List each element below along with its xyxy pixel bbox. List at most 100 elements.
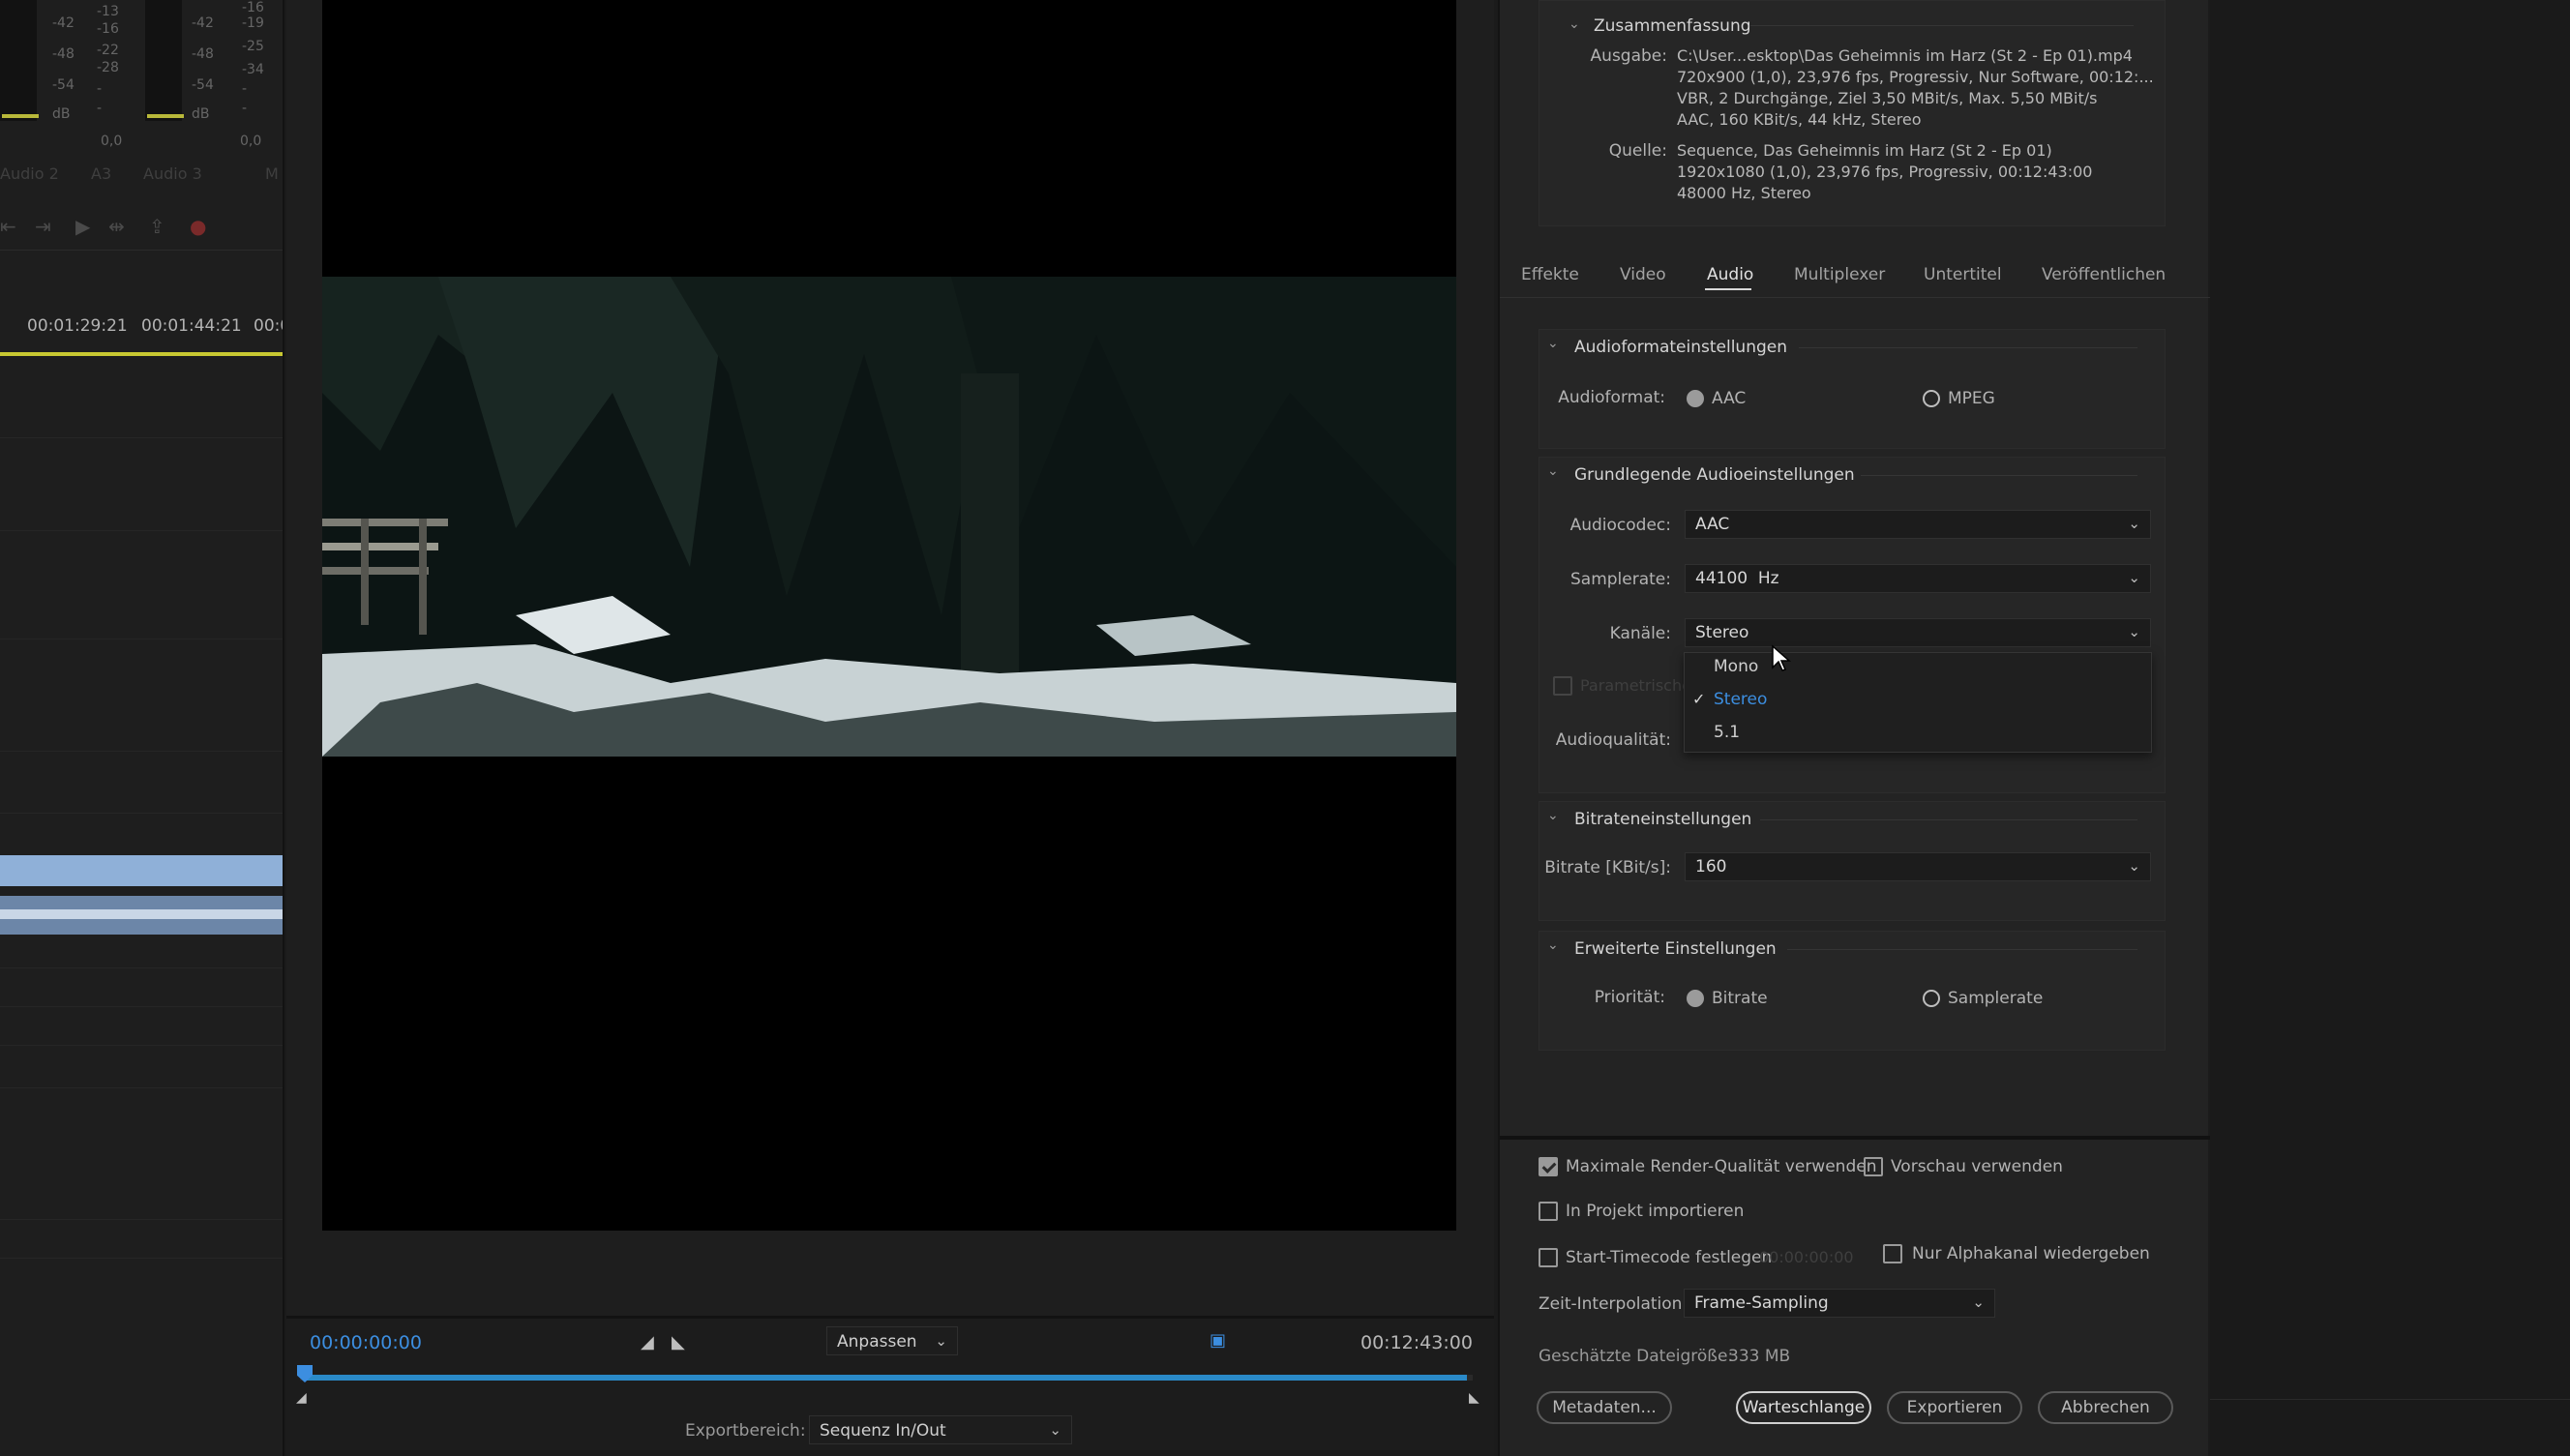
audio-clip[interactable] — [0, 855, 283, 886]
source-line: Sequence, Das Geheimnis im Harz (St 2 - … — [1677, 141, 2052, 160]
meter-tick: - — [242, 101, 248, 116]
section-title[interactable]: Bitrateneinstellungen — [1574, 810, 1751, 829]
meter-tick: -42 — [192, 15, 214, 31]
radio-samplerate-label[interactable]: Samplerate — [1948, 989, 2043, 1008]
radio-mpeg-label[interactable]: MPEG — [1948, 389, 1995, 408]
tab-multiplexer[interactable]: Multiplexer — [1794, 265, 1885, 284]
menu-item-stereo[interactable]: Stereo — [1714, 690, 1767, 709]
current-timecode[interactable]: 00:00:00:00 — [310, 1332, 422, 1353]
import-into-project-checkbox[interactable] — [1539, 1202, 1558, 1221]
radio-bitrate-label[interactable]: Bitrate — [1712, 989, 1768, 1008]
source-line: 1920x1080 (1,0), 23,976 fps, Progressiv,… — [1677, 163, 2093, 181]
export-range-dropdown[interactable]: Sequenz In/Out ⌄ — [809, 1415, 1072, 1444]
out-point-handle[interactable]: ◣ — [1469, 1390, 1479, 1406]
fit-dropdown-value: Anpassen — [837, 1332, 917, 1352]
meter-tick: -54 — [52, 77, 75, 93]
chevron-down-icon[interactable]: ⌄ — [1547, 808, 1559, 823]
export-range-bar[interactable] — [306, 1375, 1467, 1381]
track-label[interactable]: Audio 2 — [0, 164, 59, 183]
chevron-down-icon: ⌄ — [1049, 1421, 1061, 1439]
priority-label: Priorität: — [1594, 988, 1665, 1007]
menu-item-5-1[interactable]: 5.1 — [1714, 723, 1740, 742]
filesize-label: Geschätzte Dateigröße: — [1539, 1347, 1734, 1366]
channels-select[interactable]: Stereo ⌄ — [1685, 618, 2151, 647]
section-title[interactable]: Zusammenfassung — [1594, 16, 1751, 36]
channels-dropdown-menu: Mono ✓ Stereo 5.1 — [1684, 652, 2152, 753]
radio-aac-label[interactable]: AAC — [1712, 389, 1746, 408]
radio-aac[interactable] — [1687, 390, 1704, 407]
summary-section: ⌄ Zusammenfassung Ausgabe: C:\User...esk… — [1539, 0, 2166, 226]
step-forward-icon[interactable]: ⇥ — [35, 215, 51, 238]
radio-bitrate[interactable] — [1687, 990, 1704, 1007]
play-in-out-icon[interactable]: ⇹ — [108, 215, 125, 238]
play-icon[interactable]: ▶ — [75, 215, 90, 238]
max-render-quality-label[interactable]: Maximale Render-Qualität verwenden — [1566, 1157, 1876, 1176]
track-label[interactable]: Audio 3 — [143, 164, 202, 183]
export-button[interactable]: Exportieren — [1887, 1391, 2022, 1424]
ruler-time: 00:01:44:21 — [141, 316, 242, 336]
alpha-only-checkbox[interactable] — [1883, 1244, 1902, 1263]
export-frame-icon[interactable]: ⇪ — [149, 215, 165, 238]
section-title[interactable]: Grundlegende Audioeinstellungen — [1574, 465, 1855, 485]
chevron-down-icon[interactable]: ⌄ — [1547, 336, 1559, 351]
start-timecode-label[interactable]: Start-Timecode festlegen — [1566, 1248, 1772, 1267]
tab-audio[interactable]: Audio — [1707, 265, 1753, 284]
output-label: Ausgabe: — [1590, 46, 1667, 66]
radio-samplerate[interactable] — [1923, 990, 1940, 1007]
mark-in-icon[interactable]: ◢ — [641, 1332, 654, 1352]
meter-tick: -16 — [242, 0, 264, 15]
track-label[interactable]: M — [265, 164, 279, 183]
cancel-button[interactable]: Abbrechen — [2038, 1391, 2173, 1424]
fit-dropdown[interactable]: Anpassen ⌄ — [826, 1326, 958, 1355]
use-preview-checkbox[interactable] — [1864, 1157, 1883, 1176]
aspect-ratio-icon[interactable]: ▣ — [1210, 1330, 1226, 1351]
video-preview — [322, 277, 1456, 757]
menu-item-mono[interactable]: Mono — [1714, 657, 1758, 676]
samplerate-select[interactable]: 44100 Hz ⌄ — [1685, 564, 2151, 593]
bitrate-select[interactable]: 160 ⌄ — [1685, 852, 2151, 881]
section-title[interactable]: Audioformateinstellungen — [1574, 338, 1787, 357]
queue-button[interactable]: Warteschlange — [1736, 1391, 1871, 1424]
record-icon[interactable]: ● — [190, 215, 206, 238]
parametric-checkbox[interactable] — [1553, 676, 1572, 696]
bitrate-section: ⌄ Bitrateneinstellungen Bitrate [KBit/s]… — [1539, 801, 2166, 921]
chevron-down-icon: ⌄ — [2128, 515, 2140, 532]
tab-untertitel[interactable]: Untertitel — [1924, 265, 2002, 284]
monitor-controls: 00:00:00:00 ◢ ◣ Anpassen ⌄ ▣ 00:12:43:00… — [286, 1316, 1494, 1456]
chevron-down-icon[interactable]: ⌄ — [1547, 463, 1559, 479]
import-into-project-label[interactable]: In Projekt importieren — [1566, 1202, 1744, 1221]
max-render-quality-checkbox[interactable] — [1539, 1157, 1558, 1176]
audio-clip-waveform[interactable] — [0, 896, 283, 935]
meter-zero-label: 0,0 — [101, 134, 123, 149]
radio-mpeg[interactable] — [1923, 390, 1940, 407]
alpha-only-label[interactable]: Nur Alphakanal wiedergeben — [1912, 1244, 2150, 1263]
duration-timecode: 00:12:43:00 — [1360, 1332, 1473, 1353]
audiocodec-select[interactable]: AAC ⌄ — [1685, 510, 2151, 539]
meter-tick: -42 — [52, 15, 75, 31]
mark-out-icon[interactable]: ◣ — [672, 1332, 685, 1352]
chevron-down-icon[interactable]: ⌄ — [1547, 937, 1559, 953]
in-point-handle[interactable]: ◢ — [296, 1390, 307, 1406]
tab-video[interactable]: Video — [1620, 265, 1666, 284]
bitrate-value: 160 — [1695, 857, 1727, 877]
tab-veroeffentlichen[interactable]: Veröffentlichen — [2042, 265, 2166, 284]
start-timecode-checkbox[interactable] — [1539, 1248, 1558, 1267]
start-timecode-value: 00:00:00:00 — [1759, 1248, 1854, 1266]
metadata-button[interactable]: Metadaten... — [1537, 1391, 1672, 1424]
meter-tick: -16 — [97, 21, 119, 37]
section-title[interactable]: Erweiterte Einstellungen — [1574, 939, 1777, 959]
mouse-cursor-icon — [1772, 644, 1791, 671]
time-interp-select[interactable]: Frame-Sampling ⌄ — [1684, 1289, 1995, 1318]
use-preview-label[interactable]: Vorschau verwenden — [1891, 1157, 2063, 1176]
source-label: Quelle: — [1608, 141, 1667, 161]
chevron-down-icon[interactable]: ⌄ — [1569, 16, 1580, 32]
background-panel — [2210, 0, 2570, 1456]
export-range-label: Exportbereich: — [685, 1421, 806, 1441]
track-label[interactable]: A3 — [91, 164, 111, 183]
work-area-bar[interactable] — [0, 352, 283, 356]
export-settings-panel: ⌄ Zusammenfassung Ausgabe: C:\User...esk… — [1498, 0, 2210, 1456]
time-interp-value: Frame-Sampling — [1694, 1293, 1829, 1313]
meter-tick: - — [242, 81, 248, 97]
step-back-icon[interactable]: ⇤ — [0, 215, 16, 238]
tab-effekte[interactable]: Effekte — [1521, 265, 1579, 284]
